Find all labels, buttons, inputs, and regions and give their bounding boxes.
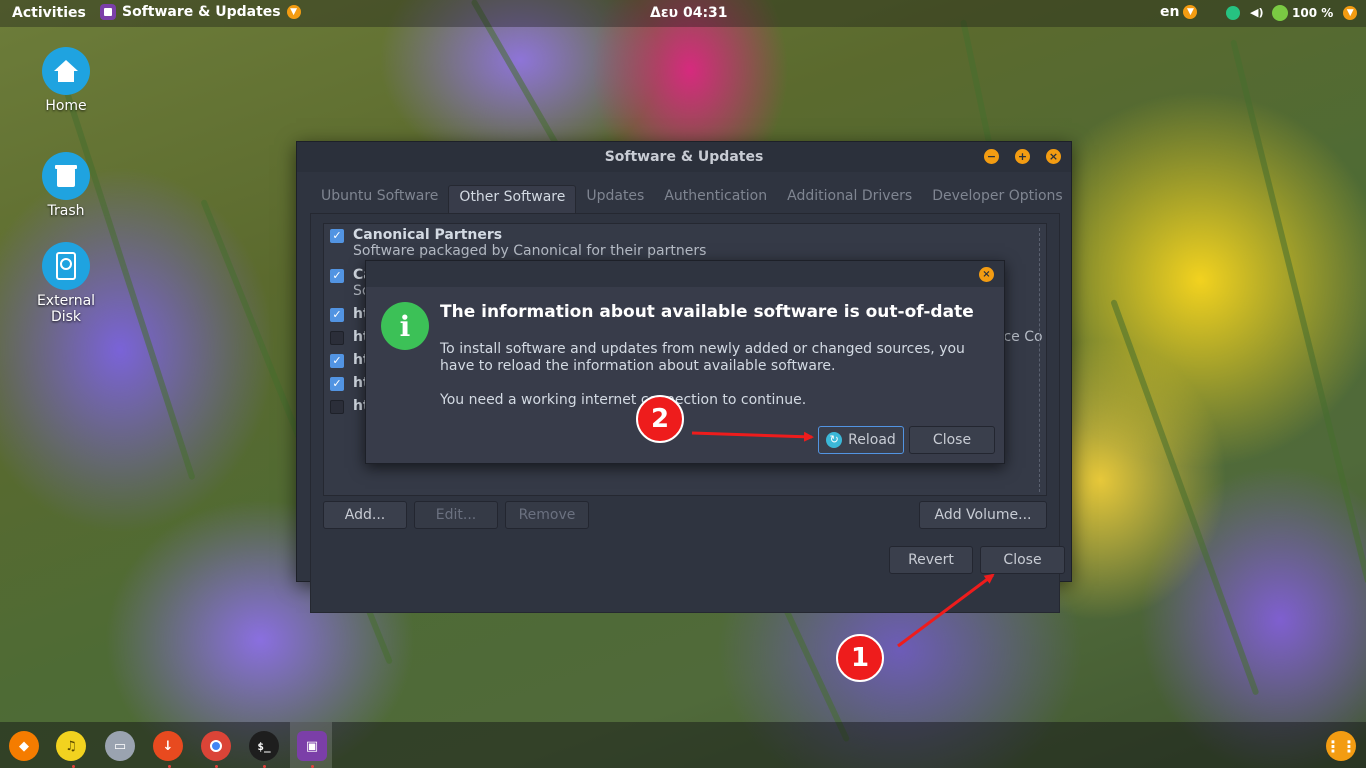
software-updates-icon <box>100 4 116 20</box>
language-label: en <box>1160 4 1180 20</box>
window-title: Software & Updates <box>297 142 1071 172</box>
annotation-badge-1: 1 <box>836 634 884 682</box>
dialog-message: To install software and updates from new… <box>440 341 965 374</box>
tab-additional-drivers[interactable]: Additional Drivers <box>777 185 922 213</box>
system-menu[interactable]: ◀) 100 % ▼ <box>1226 5 1358 21</box>
add-volume-button[interactable]: Add Volume... <box>919 501 1047 529</box>
terminal-icon[interactable]: $_ <box>249 731 279 761</box>
checkbox[interactable] <box>330 331 344 345</box>
activities-button[interactable]: Activities <box>12 5 86 21</box>
music-icon[interactable]: ♫ <box>56 731 86 761</box>
dialog-heading: The information about available software… <box>440 302 974 322</box>
trash-icon <box>42 152 90 200</box>
minimize-icon[interactable]: − <box>984 149 999 164</box>
list-item[interactable]: ✓ ht <box>330 306 370 322</box>
dialog-note: You need a working internet connection t… <box>440 392 807 408</box>
tab-authentication[interactable]: Authentication <box>654 185 777 213</box>
clock[interactable]: Δευ 04:31 <box>650 5 728 21</box>
reload-icon: ↻ <box>826 432 843 448</box>
chrome-icon[interactable] <box>201 731 231 761</box>
app-menu-label: Software & Updates <box>122 4 281 20</box>
desktop-label: Trash <box>47 203 85 219</box>
chevron-down-icon: ▼ <box>1343 6 1358 20</box>
tab-updates[interactable]: Updates <box>576 185 654 213</box>
list-item[interactable]: ✓ Canonical Partners Software packaged b… <box>330 227 706 259</box>
home-icon <box>42 47 90 95</box>
maximize-icon[interactable]: + <box>1015 149 1030 164</box>
list-item[interactable]: ht <box>330 398 370 414</box>
out-of-date-dialog: × i The information about available soft… <box>365 260 1005 464</box>
app-grid-icon[interactable]: ⋮⋮ <box>1325 731 1357 761</box>
checkbox[interactable]: ✓ <box>330 308 344 322</box>
software-updates-icon[interactable]: ▣ <box>297 731 327 761</box>
annotation-badge-2: 2 <box>636 395 684 443</box>
chevron-down-icon: ▼ <box>1183 5 1198 19</box>
tab-developer-options[interactable]: Developer Options <box>922 185 1072 213</box>
list-item[interactable]: ✓ ht <box>330 375 370 391</box>
list-item[interactable]: ✓ ht <box>330 352 370 368</box>
disk-icon <box>42 242 90 290</box>
source-subtitle: Software packaged by Canonical for their… <box>353 243 707 259</box>
scrollbar[interactable] <box>1039 228 1040 492</box>
add-button[interactable]: Add... <box>323 501 407 529</box>
language-indicator[interactable]: en ▼ <box>1160 4 1198 20</box>
source-title: Canonical Partners <box>353 227 503 243</box>
tab-bar: Ubuntu Software Other Software Updates A… <box>311 185 1073 213</box>
edit-button[interactable]: Edit... <box>414 501 498 529</box>
reload-label: Reload <box>848 432 896 448</box>
dialog-close-button[interactable]: Close <box>909 426 995 454</box>
chevron-down-icon: ▼ <box>286 5 301 19</box>
revert-button[interactable]: Revert <box>889 546 973 574</box>
firefox-icon[interactable]: ◆ <box>9 731 39 761</box>
desktop-home[interactable]: Home <box>26 47 106 114</box>
desktop-label: Home <box>45 98 87 114</box>
checkbox[interactable]: ✓ <box>330 354 344 368</box>
close-button[interactable]: Close <box>980 546 1065 574</box>
volume-icon: ◀) <box>1250 6 1264 19</box>
dialog-titlebar <box>366 261 1004 287</box>
reload-button[interactable]: ↻ Reload <box>818 426 904 454</box>
files-icon[interactable]: ▭ <box>105 731 135 761</box>
app-menu[interactable]: Software & Updates ▼ <box>100 4 301 20</box>
battery-percent: 100 % <box>1292 6 1334 20</box>
close-icon[interactable]: × <box>1046 149 1061 164</box>
battery-icon <box>1272 5 1288 21</box>
info-icon: i <box>381 302 429 350</box>
desktop-label: External Disk <box>36 293 96 325</box>
window-controls: − + × <box>984 149 1061 164</box>
top-bar: Activities Software & Updates ▼ Δευ 04:3… <box>0 0 1366 27</box>
checkbox[interactable]: ✓ <box>330 229 344 243</box>
tab-other-software[interactable]: Other Software <box>448 185 577 213</box>
checkbox[interactable] <box>330 400 344 414</box>
desktop-trash[interactable]: Trash <box>26 152 106 219</box>
tab-ubuntu-software[interactable]: Ubuntu Software <box>311 185 448 213</box>
list-item[interactable]: ht <box>330 329 370 345</box>
desktop-external-disk[interactable]: External Disk <box>26 242 106 325</box>
network-icon <box>1226 6 1240 20</box>
checkbox[interactable]: ✓ <box>330 269 344 283</box>
downloader-icon[interactable]: ↓ <box>153 731 183 761</box>
checkbox[interactable]: ✓ <box>330 377 344 391</box>
remove-button[interactable]: Remove <box>505 501 589 529</box>
close-icon[interactable]: × <box>979 267 994 282</box>
